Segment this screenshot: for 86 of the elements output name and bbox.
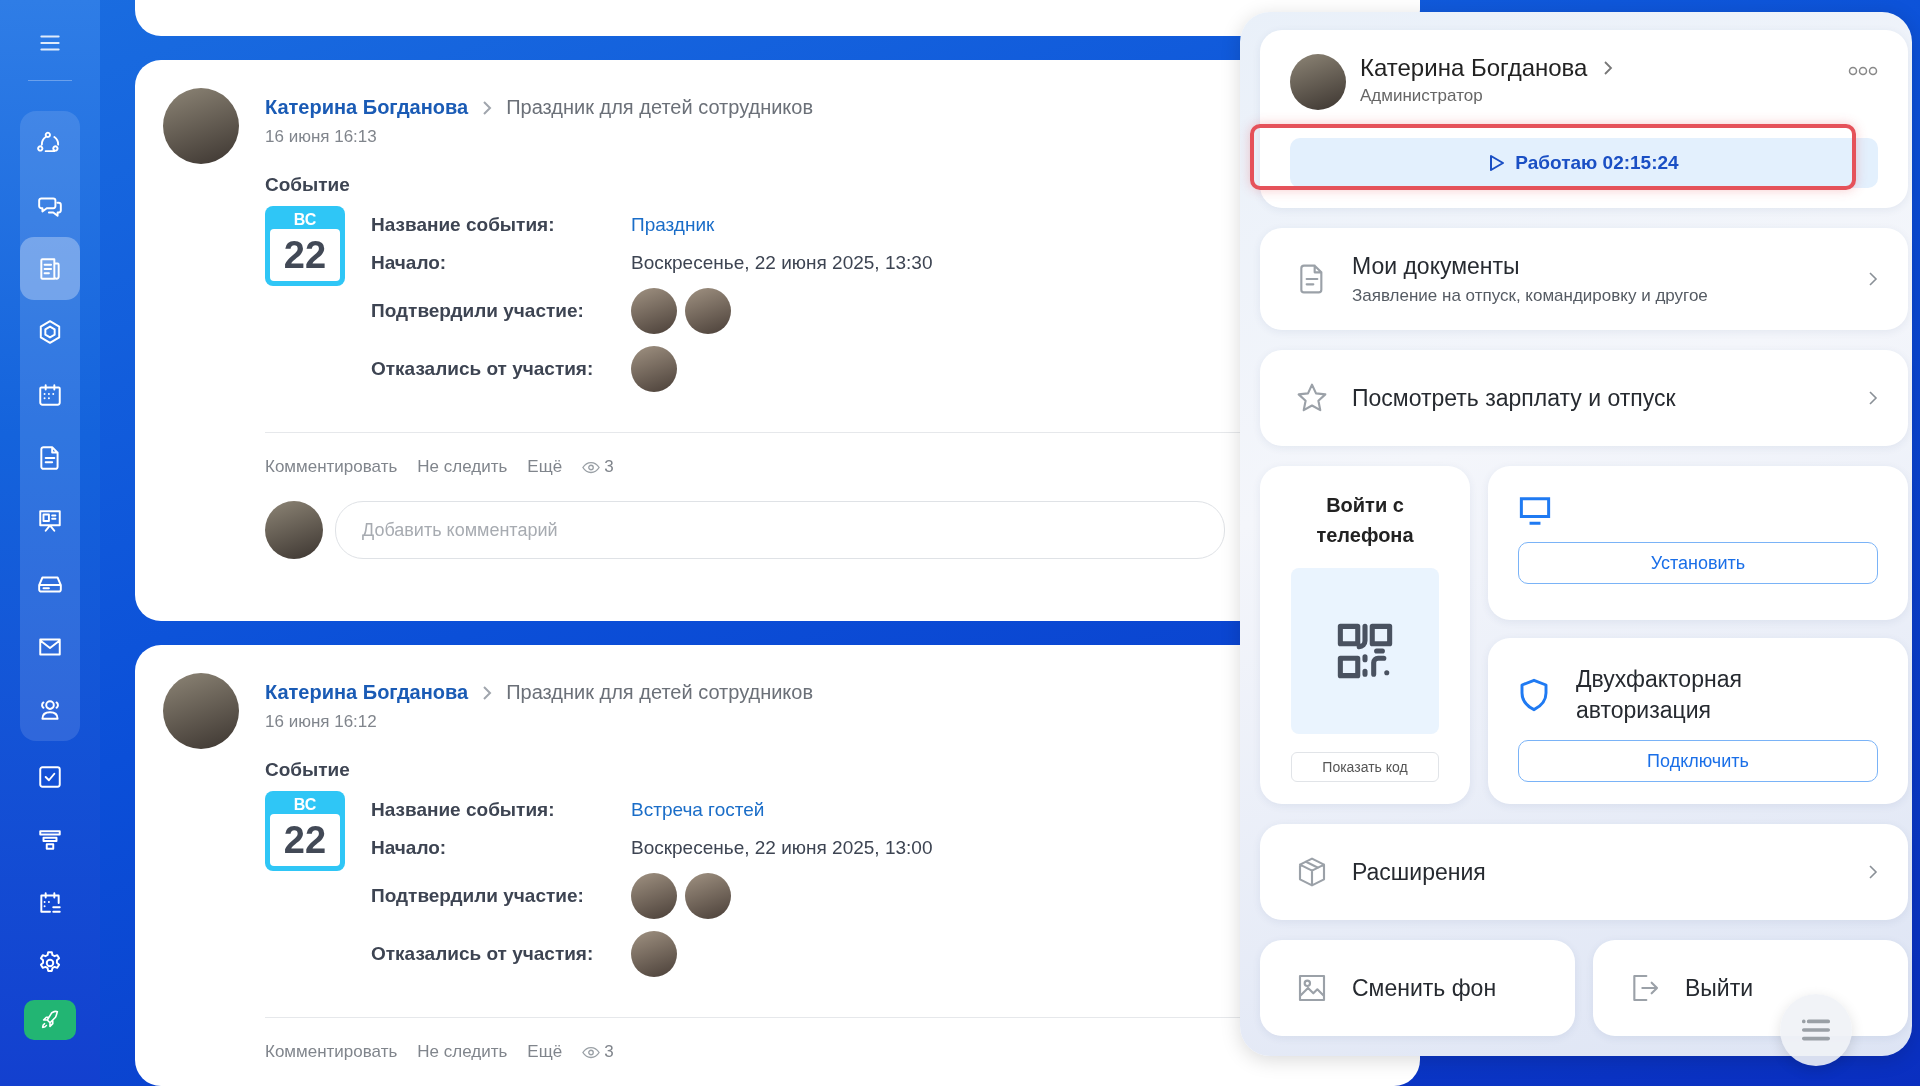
- post-action-link[interactable]: Ещё: [527, 457, 563, 477]
- extensions-item[interactable]: Расширения: [1260, 824, 1908, 920]
- photo-placeholder: [631, 931, 677, 977]
- item-title: Расширения: [1352, 858, 1487, 886]
- chevron-right-icon: [1868, 390, 1878, 406]
- field-label: Начало:: [371, 837, 448, 859]
- post-type: Событие: [265, 759, 350, 781]
- sidebar-item[interactable]: [20, 237, 80, 300]
- field-label: Название события:: [371, 214, 556, 236]
- profile-role: Администратор: [1360, 86, 1484, 106]
- photo-placeholder: [265, 501, 323, 559]
- post-action-link[interactable]: Комментировать: [265, 1042, 398, 1062]
- photo-placeholder: [685, 873, 731, 919]
- install-button[interactable]: Установить: [1518, 542, 1878, 584]
- news-icon: [37, 255, 63, 282]
- item-title: Выйти: [1685, 974, 1755, 1002]
- author-link[interactable]: Катерина Богданова: [265, 96, 469, 119]
- play-icon: [1489, 154, 1506, 172]
- chevron-right-icon: [1603, 60, 1614, 76]
- card-title: Войти с телефона: [1315, 493, 1415, 548]
- item-title: Сменить фон: [1352, 974, 1498, 1002]
- show-code-button[interactable]: Показать код: [1291, 752, 1439, 782]
- change-background-item[interactable]: Сменить фон: [1260, 940, 1575, 1036]
- photo-placeholder: [631, 288, 677, 334]
- star-icon: [1296, 382, 1328, 414]
- qr-code-icon: [1336, 622, 1394, 680]
- view-count: 3: [604, 457, 614, 477]
- recipient-link[interactable]: Праздник для детей сотрудников: [506, 96, 814, 119]
- profile-name[interactable]: Катерина Богданова: [1360, 54, 1588, 82]
- monitor-icon: [1518, 496, 1552, 526]
- salary-item[interactable]: Посмотреть зарплату и отпуск: [1260, 350, 1908, 446]
- comment-input[interactable]: Добавить комментарий: [335, 501, 1225, 559]
- day-number: 22: [270, 229, 340, 281]
- event-name-link[interactable]: Праздник: [631, 214, 715, 236]
- field-label: Отказались от участия:: [371, 943, 595, 965]
- calendar-icon: [37, 381, 63, 408]
- photo-placeholder: [1290, 54, 1346, 110]
- box-icon: [1296, 856, 1328, 888]
- chevron-right-icon: [1868, 864, 1878, 880]
- recipient-link[interactable]: Праздник для детей сотрудников: [506, 681, 814, 704]
- hexagon-icon: [37, 318, 63, 345]
- shield-icon: [1518, 677, 1550, 713]
- photo-placeholder: [685, 288, 731, 334]
- photo-placeholder: [631, 346, 677, 392]
- image-icon: [1296, 972, 1328, 1004]
- post-action-link[interactable]: Не следить: [417, 1042, 508, 1062]
- eye-icon: [582, 460, 601, 474]
- field-label: Подтвердили участие:: [371, 300, 585, 322]
- item-title: Посмотреть зарплату и отпуск: [1352, 384, 1677, 412]
- post-time: 16 июня 16:12: [265, 712, 378, 732]
- event-name-link[interactable]: Встреча гостей: [631, 799, 765, 821]
- chevron-right-icon: [482, 99, 493, 116]
- post-time: 16 июня 16:13: [265, 127, 378, 147]
- rocket-icon: [39, 1009, 61, 1031]
- post-action-link[interactable]: Комментировать: [265, 457, 398, 477]
- documents-item[interactable]: Мои документы Заявление на отпуск, командировку и другое: [1260, 228, 1908, 330]
- post-action-link[interactable]: Ещё: [527, 1042, 563, 1062]
- connect-button[interactable]: Подключить: [1518, 740, 1878, 782]
- weekday: ВС: [293, 211, 317, 229]
- item-title: Мои документы: [1352, 252, 1521, 280]
- post-type: Событие: [265, 174, 350, 196]
- more-icon[interactable]: [1848, 66, 1878, 76]
- field-value: Воскресенье, 22 июня 2025, 13:00: [631, 837, 933, 859]
- field-label: Отказались от участия:: [371, 358, 595, 380]
- field-label: Начало:: [371, 252, 448, 274]
- field-label: Подтвердили участие:: [371, 885, 585, 907]
- checkbox-icon: [37, 763, 63, 790]
- work-status-button[interactable]: Работаю 02:15:24: [1290, 138, 1878, 188]
- presentation-icon: [37, 507, 63, 534]
- logout-item[interactable]: Выйти: [1593, 940, 1908, 1036]
- photo-placeholder: [631, 873, 677, 919]
- field-value: Воскресенье, 22 июня 2025, 13:30: [631, 252, 933, 274]
- calendar-list-icon: [37, 889, 63, 916]
- post-action-link[interactable]: Не следить: [417, 457, 508, 477]
- card-title: Двухфакторная авторизация: [1576, 665, 1743, 725]
- eye-icon: [582, 1045, 601, 1059]
- day-number: 22: [270, 814, 340, 866]
- chevron-right-icon: [482, 684, 493, 701]
- list-icon: [1801, 1019, 1831, 1041]
- weekday: ВС: [293, 796, 317, 814]
- author-link[interactable]: Катерина Богданова: [265, 681, 469, 704]
- view-count: 3: [604, 1042, 614, 1062]
- field-label: Название события:: [371, 799, 556, 821]
- item-subtitle: Заявление на отпуск, командировку и другое: [1352, 285, 1709, 306]
- chevron-right-icon: [1868, 271, 1878, 287]
- rocket-button[interactable]: [24, 1000, 76, 1040]
